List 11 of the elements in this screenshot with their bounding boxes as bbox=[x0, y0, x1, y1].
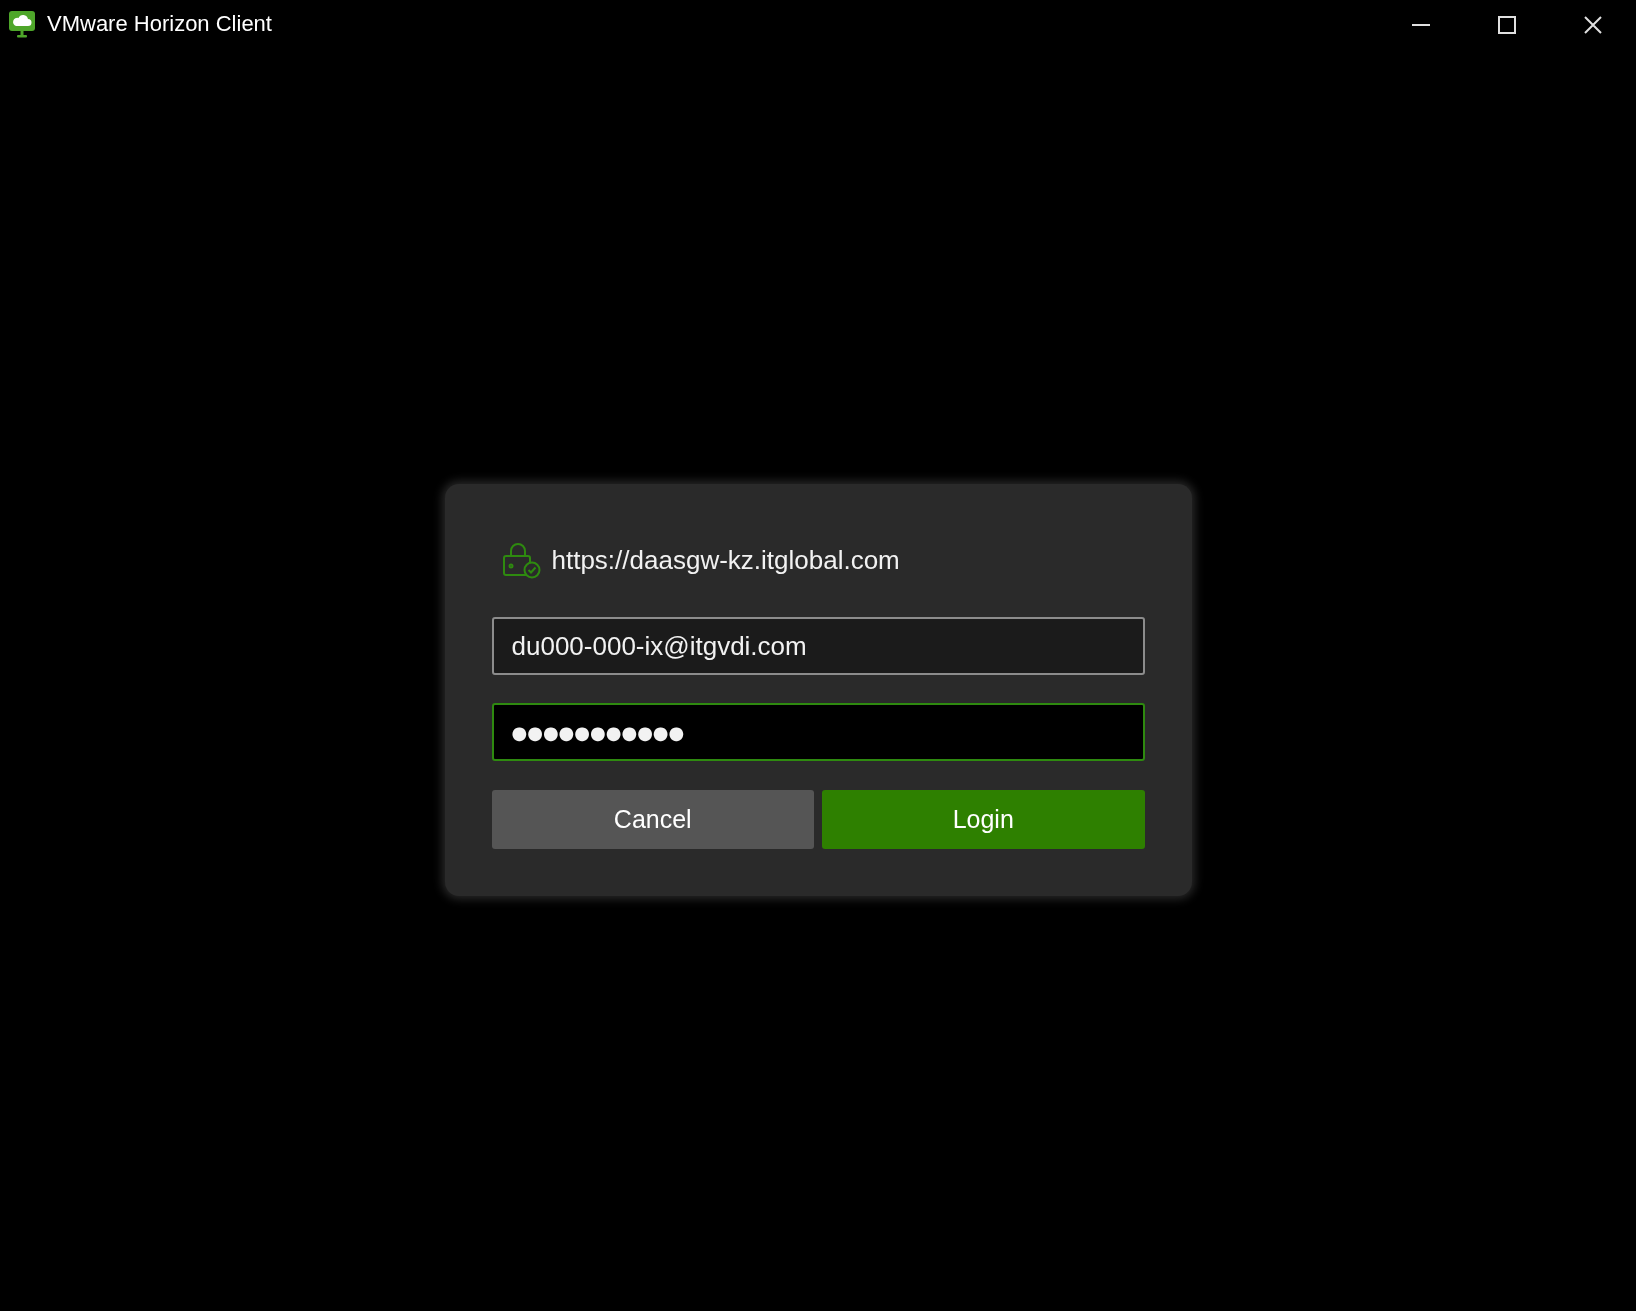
padlock-check-icon bbox=[502, 542, 541, 579]
username-field[interactable]: du000-000-ix@itgvdi.com bbox=[491, 617, 1145, 675]
monitor-cloud-icon bbox=[8, 10, 36, 38]
login-button[interactable]: Login bbox=[822, 790, 1145, 849]
maximize-icon bbox=[1498, 16, 1516, 34]
password-field[interactable]: ●●●●●●●●●●● bbox=[491, 703, 1145, 761]
window-title: VMware Horizon Client bbox=[47, 11, 272, 37]
cancel-button[interactable]: Cancel bbox=[491, 790, 814, 849]
minimize-icon bbox=[1412, 24, 1430, 26]
close-icon bbox=[1584, 16, 1602, 34]
server-url: https://daasgw-kz.itglobal.com bbox=[551, 545, 900, 576]
